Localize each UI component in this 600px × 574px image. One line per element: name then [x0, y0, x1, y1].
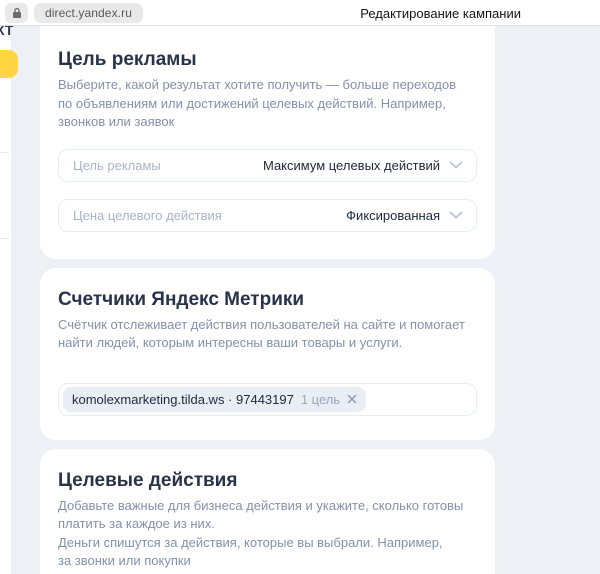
sidebar-divider — [0, 238, 9, 239]
card-target-actions: Целевые действия Добавьте важные для биз… — [40, 448, 495, 574]
goal-select-value: Максимум целевых действий — [262, 157, 440, 173]
target-cost-select[interactable]: Цена целевого действия Фиксированная — [58, 198, 477, 232]
card-metrika-counters: Счетчики Яндекс Метрики Счётчик отслежив… — [40, 267, 495, 440]
url-text: direct.yandex.ru — [45, 5, 132, 20]
lock-icon — [5, 2, 28, 23]
browser-topbar: direct.yandex.ru Редактирование кампании — [0, 0, 600, 26]
target-cost-select-value: Фиксированная — [346, 207, 440, 223]
card-target-actions-title: Целевые действия — [58, 469, 238, 491]
card-ad-goal-title: Цель рекламы — [58, 49, 197, 70]
counter-goals-count: 1 цель — [300, 391, 341, 407]
chevron-down-icon — [449, 211, 463, 220]
browser-tab-url[interactable]: direct.yandex.ru — [34, 2, 143, 23]
counter-site-and-id: komolexmarketing.tilda.ws · 97443197 — [72, 391, 294, 407]
card-ad-goal-description: Выберите, какой результат хотите получит… — [58, 77, 457, 129]
card-target-actions-description: Добавьте важные для бизнеса действия и у… — [58, 497, 464, 569]
goal-select[interactable]: Цель рекламы Максимум целевых действий — [58, 148, 477, 182]
card-metrika-title: Счетчики Яндекс Метрики — [58, 288, 305, 310]
sidebar-active-indicator[interactable] — [0, 50, 18, 78]
remove-counter-icon[interactable] — [347, 394, 357, 404]
counter-chip: komolexmarketing.tilda.ws · 97443197 1 ц… — [63, 386, 367, 412]
card-ad-goal: Цель рекламы Выберите, какой результат х… — [40, 26, 495, 259]
campaign-settings: Цель рекламы Выберите, какой результат х… — [40, 26, 495, 574]
chevron-down-icon — [449, 161, 463, 170]
page-title: Редактирование кампании — [360, 5, 521, 21]
goal-fields: Цель рекламы Максимум целевых действий Ц… — [58, 148, 477, 232]
counters-input[interactable]: komolexmarketing.tilda.ws · 97443197 1 ц… — [58, 382, 477, 416]
target-cost-select-label: Цена целевого действия — [73, 207, 222, 223]
goal-select-label: Цель рекламы — [73, 157, 161, 173]
card-metrika-description: Счётчик отслеживает действия пользовател… — [58, 316, 465, 351]
sidebar — [0, 26, 11, 574]
sidebar-divider — [0, 152, 9, 153]
